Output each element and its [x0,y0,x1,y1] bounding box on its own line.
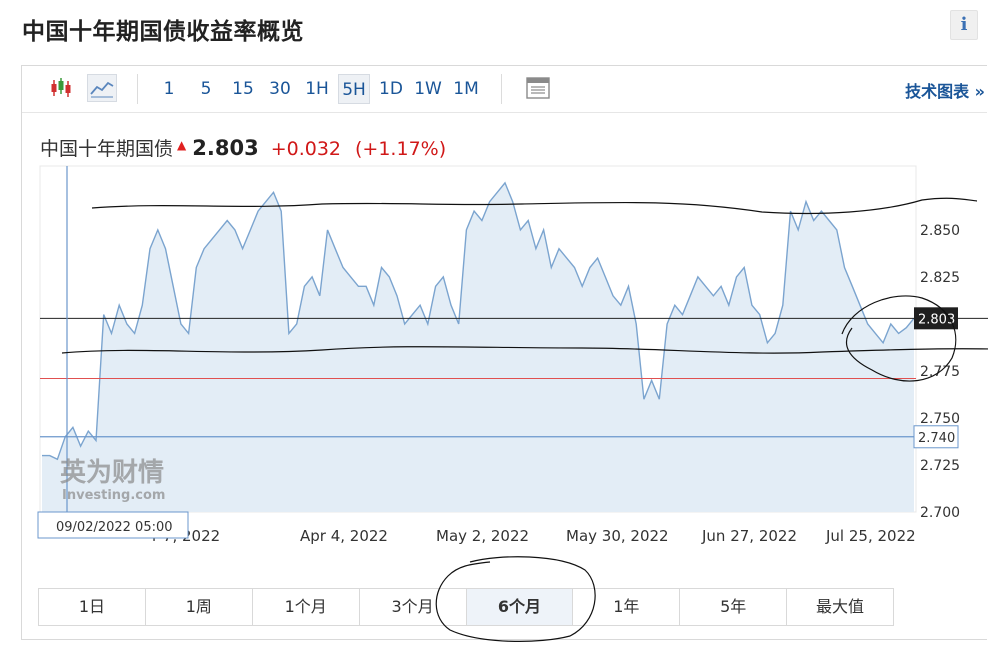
y-tick-label: 2.700 [920,505,960,521]
x-tick-label: Apr 4, 2022 [300,527,388,545]
crosshair-time-label: 09/02/2022 05:00 [56,520,173,535]
info-icon[interactable]: i [950,10,978,40]
range-5y[interactable]: 5年 [680,589,788,625]
range-1w[interactable]: 1周 [146,589,253,625]
y-tick-label: 2.750 [920,411,960,427]
watermark-logo-en: Investing.com [62,488,165,503]
x-tick-label: May 30, 2022 [566,527,669,545]
y-tick-label: 2.850 [920,223,960,239]
range-max[interactable]: 最大值 [787,589,893,625]
page-title: 中国十年期国债收益率概览 [22,19,304,45]
watermark-logo-cn: 英为财情 [60,458,164,488]
y-tick-label: 2.725 [920,458,960,474]
range-1d[interactable]: 1日 [39,589,146,625]
hand-drawn-range-circle [435,556,596,642]
range-1m[interactable]: 1个月 [253,589,360,625]
x-tick-label: May 2, 2022 [436,527,529,545]
last-price-tag-label: 2.803 [918,312,955,327]
price-chart[interactable]: 2.7002.7252.7502.7752.8252.8502.8032.740… [22,66,988,586]
y-tick-label: 2.825 [920,270,960,286]
crosshair-price-tag-label: 2.740 [918,431,955,446]
x-tick-label: Jun 27, 2022 [701,527,797,545]
x-tick-label: Jul 25, 2022 [825,527,916,545]
